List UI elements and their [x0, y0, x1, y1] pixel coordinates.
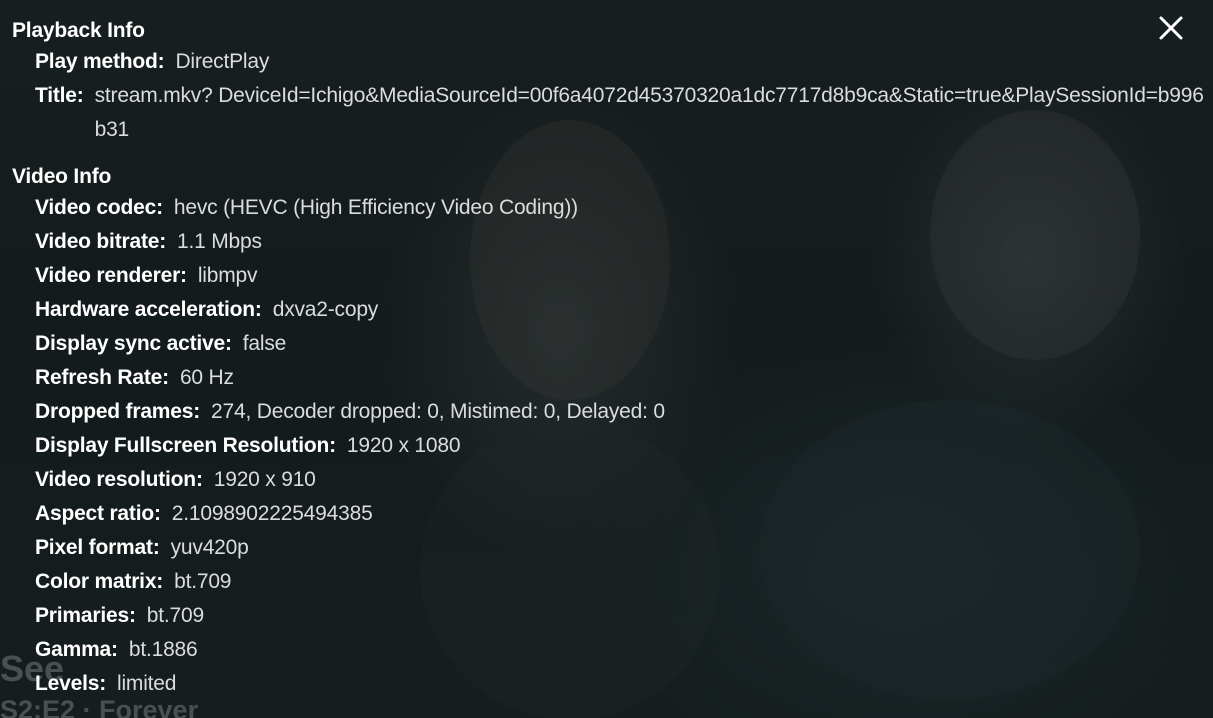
- info-label: Video codec: [35, 191, 163, 225]
- info-row-aspect-ratio: Aspect ratio 2.1098902225494385: [12, 497, 1213, 531]
- playback-info-heading: Playback Info: [12, 19, 145, 42]
- info-label: Video bitrate: [35, 225, 166, 259]
- info-value: libmpv: [197, 264, 258, 287]
- info-label: Levels: [35, 667, 106, 701]
- info-row-hardware-acceleration: Hardware acceleration dxva2-copy: [12, 293, 1213, 327]
- info-row-display-sync: Display sync active false: [12, 327, 1213, 361]
- info-label: Play method: [35, 45, 164, 79]
- info-row-play-method: Play method DirectPlay: [12, 45, 1213, 79]
- close-icon: [1159, 16, 1183, 40]
- info-label: Dropped frames: [35, 395, 200, 429]
- info-value: 2.1098902225494385: [171, 502, 373, 525]
- info-label: Pixel format: [35, 531, 160, 565]
- video-info-heading: Video Info: [12, 165, 112, 188]
- info-value: bt.709: [146, 604, 204, 627]
- info-value: stream.mkv? DeviceId=Ichigo&MediaSourceI…: [94, 84, 1204, 141]
- info-value: hevc (HEVC (High Efficiency Video Coding…: [173, 196, 578, 219]
- info-row-pixel-format: Pixel format yuv420p: [12, 531, 1213, 565]
- info-row-refresh-rate: Refresh Rate 60 Hz: [12, 361, 1213, 395]
- info-row-video-resolution: Video resolution 1920 x 910: [12, 463, 1213, 497]
- info-value: bt.1886: [128, 638, 198, 661]
- info-value: yuv420p: [170, 536, 249, 559]
- info-row-fullscreen-resolution: Display Fullscreen Resolution 1920 x 108…: [12, 429, 1213, 463]
- info-label: Title: [35, 79, 84, 113]
- info-value: limited: [116, 672, 177, 695]
- info-label: Refresh Rate: [35, 361, 169, 395]
- info-label: Aspect ratio: [35, 497, 161, 531]
- info-value: 274, Decoder dropped: 0, Mistimed: 0, De…: [211, 400, 665, 423]
- info-value: 60 Hz: [179, 366, 234, 389]
- info-label: Display Fullscreen Resolution: [35, 429, 336, 463]
- info-label: Primaries: [35, 599, 136, 633]
- info-label: Video resolution: [35, 463, 203, 497]
- info-row-dropped-frames: Dropped frames 274, Decoder dropped: 0, …: [12, 395, 1213, 429]
- info-row-gamma: Gamma bt.1886: [12, 633, 1213, 667]
- player-screen: See S2:E2 · Forever Playback Info Play m…: [0, 0, 1213, 718]
- info-row-primaries: Primaries bt.709: [12, 599, 1213, 633]
- info-value: bt.709: [174, 570, 232, 593]
- info-value: DirectPlay: [175, 50, 270, 73]
- info-row-video-bitrate: Video bitrate 1.1 Mbps: [12, 225, 1213, 259]
- info-row-video-renderer: Video renderer libmpv: [12, 259, 1213, 293]
- info-row-title: Title stream.mkv? DeviceId=Ichigo&MediaS…: [12, 79, 1213, 147]
- info-value: 1920 x 1080: [346, 434, 461, 457]
- info-label: Gamma: [35, 633, 118, 667]
- close-button[interactable]: [1155, 12, 1187, 44]
- info-value: 1920 x 910: [213, 468, 316, 491]
- info-value: dxva2-copy: [272, 298, 379, 321]
- info-row-levels: Levels limited: [12, 667, 1213, 701]
- info-label: Video renderer: [35, 259, 187, 293]
- info-label: Display sync active: [35, 327, 232, 361]
- info-row-color-matrix: Color matrix bt.709: [12, 565, 1213, 599]
- info-value: 1.1 Mbps: [177, 230, 262, 253]
- info-row-video-codec: Video codec hevc (HEVC (High Efficiency …: [12, 191, 1213, 225]
- info-label: Hardware acceleration: [35, 293, 262, 327]
- info-label: Color matrix: [35, 565, 163, 599]
- playback-info-panel: Playback Info Play method DirectPlay Tit…: [12, 17, 1213, 701]
- info-value: false: [242, 332, 287, 355]
